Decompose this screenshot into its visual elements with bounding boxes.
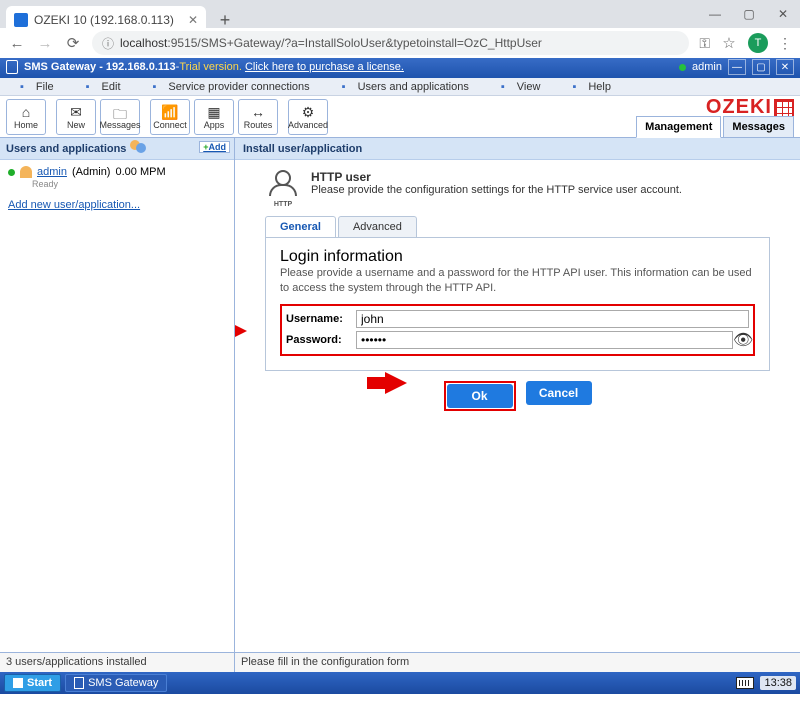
menu-view[interactable]: ▪View	[485, 81, 557, 93]
taskbar: Start SMS Gateway 13:38	[0, 672, 800, 694]
window-maximize-icon[interactable]: ▢	[732, 0, 766, 28]
app-title: SMS Gateway - 192.168.0.113	[24, 61, 176, 73]
section-desc: Please provide the configuration setting…	[311, 184, 682, 196]
phone-icon	[6, 60, 18, 74]
reload-icon[interactable]: ⟳	[64, 34, 82, 52]
system-tray: 13:38	[736, 676, 796, 690]
toolbar: ⌂Home ✉New 🗀Messages 📶Connect ▦Apps ↔Rou…	[0, 96, 800, 138]
app-maximize-icon[interactable]: ▢	[752, 59, 770, 75]
ok-button[interactable]: Ok	[447, 384, 513, 408]
routes-icon: ↔	[251, 104, 265, 120]
app-header: SMS Gateway - 192.168.0.113 - Trial vers…	[0, 56, 800, 78]
tab-close-icon[interactable]: ✕	[188, 13, 198, 27]
tab-title: OZEKI 10 (192.168.0.113)	[34, 13, 174, 27]
config-panel: Login information Please provide a usern…	[265, 237, 770, 371]
apps-icon: ▦	[207, 104, 220, 120]
fieldset-legend: Login information	[280, 248, 755, 266]
back-icon[interactable]: ←	[8, 35, 26, 52]
address-bar-row: ← → ⟳ ⓘ localhost:9515/SMS+Gateway/?a=In…	[0, 28, 800, 58]
user-mpm: 0.00 MPM	[115, 166, 165, 178]
left-pane-header: Users and applications +Add	[0, 138, 234, 160]
menu-edit[interactable]: ▪Edit	[70, 81, 137, 93]
folder-icon: 🗀	[113, 104, 127, 120]
cfg-tab-general[interactable]: General	[265, 216, 336, 237]
users-icon	[130, 140, 150, 158]
header-user[interactable]: admin	[692, 61, 722, 73]
fieldset-desc: Please provide a username and a password…	[280, 266, 755, 296]
online-dot-icon	[8, 169, 15, 176]
add-new-user-link[interactable]: Add new user/application...	[8, 199, 226, 211]
right-pane: Install user/application HTTP HTTP user …	[235, 138, 800, 672]
username-label: Username:	[286, 313, 356, 325]
start-button[interactable]: Start	[4, 674, 61, 692]
left-pane-title: Users and applications	[6, 143, 126, 155]
annotation-arrow-icon	[235, 320, 247, 342]
new-icon: ✉	[70, 104, 82, 120]
user-row[interactable]: admin (Admin) 0.00 MPM	[8, 166, 226, 178]
app-minimize-icon[interactable]: —	[728, 59, 746, 75]
http-user-icon: HTTP	[265, 170, 301, 206]
taskbar-item-sms[interactable]: SMS Gateway	[65, 674, 167, 692]
ok-highlight: Ok	[444, 381, 516, 411]
left-footer: 3 users/applications installed	[0, 652, 234, 672]
tb-routes[interactable]: ↔Routes	[238, 99, 278, 135]
tb-connect[interactable]: 📶Connect	[150, 99, 190, 135]
main-area: Users and applications +Add admin (Admin…	[0, 138, 800, 672]
right-footer: Please fill in the configuration form	[235, 652, 800, 672]
cfg-tab-advanced[interactable]: Advanced	[338, 216, 417, 237]
annotation-arrow-icon	[385, 372, 407, 394]
tb-advanced[interactable]: ⚙Advanced	[288, 99, 328, 135]
menu-users[interactable]: ▪Users and applications	[326, 81, 485, 93]
gear-icon: ⚙	[302, 104, 315, 120]
clock: 13:38	[760, 676, 796, 690]
tb-messages[interactable]: 🗀Messages	[100, 99, 140, 135]
purchase-link[interactable]: Click here to purchase a license.	[245, 61, 404, 73]
star-icon[interactable]: ☆	[720, 34, 738, 52]
person-icon	[20, 166, 32, 178]
home-icon: ⌂	[22, 104, 30, 120]
tab-messages[interactable]: Messages	[723, 116, 794, 138]
add-button[interactable]: +Add	[199, 141, 230, 153]
username-input[interactable]	[356, 310, 749, 328]
menubar: ▪File ▪Edit ▪Service provider connection…	[0, 78, 800, 96]
tb-apps[interactable]: ▦Apps	[194, 99, 234, 135]
app-window-icon	[74, 677, 84, 689]
tb-home[interactable]: ⌂Home	[6, 99, 46, 135]
menu-file[interactable]: ▪File	[4, 81, 70, 93]
menu-spc[interactable]: ▪Service provider connections	[137, 81, 326, 93]
section-title: HTTP user	[311, 170, 682, 184]
left-pane: Users and applications +Add admin (Admin…	[0, 138, 235, 672]
status-dot-icon	[679, 64, 686, 71]
tb-new[interactable]: ✉New	[56, 99, 96, 135]
antenna-icon: 📶	[161, 104, 178, 120]
profile-avatar[interactable]: T	[748, 33, 768, 53]
password-label: Password:	[286, 334, 356, 346]
site-info-icon[interactable]: ⓘ	[102, 35, 114, 52]
window-close-icon[interactable]: ✕	[766, 0, 800, 28]
url-host: localhost	[120, 36, 167, 50]
favicon-icon	[14, 13, 28, 27]
cancel-button[interactable]: Cancel	[526, 381, 592, 405]
menu-help[interactable]: ▪Help	[556, 81, 627, 93]
windows-icon	[13, 678, 23, 688]
tab-management[interactable]: Management	[636, 116, 721, 138]
url-field[interactable]: ⓘ localhost:9515/SMS+Gateway/?a=InstallS…	[92, 31, 689, 55]
forward-icon: →	[36, 35, 54, 52]
url-path: :9515/SMS+Gateway/?a=InstallSoloUser&typ…	[167, 36, 542, 50]
right-pane-header: Install user/application	[235, 138, 800, 160]
browser-chrome: — ▢ ✕ OZEKI 10 (192.168.0.113) ✕ + ← → ⟳…	[0, 0, 800, 56]
highlight-box: Username: Password: 👁	[280, 304, 755, 356]
user-link[interactable]: admin	[37, 166, 67, 178]
eye-icon[interactable]: 👁	[733, 330, 749, 350]
user-role: (Admin)	[72, 166, 111, 178]
trial-label: Trial version.	[179, 61, 242, 73]
user-status: Ready	[32, 179, 226, 189]
key-icon[interactable]: ⚿	[699, 35, 710, 52]
app-close-icon[interactable]: ✕	[776, 59, 794, 75]
window-minimize-icon[interactable]: —	[698, 0, 732, 28]
keyboard-icon[interactable]	[736, 677, 754, 689]
password-input[interactable]	[356, 331, 733, 349]
kebab-menu-icon[interactable]: ⋮	[778, 35, 792, 52]
